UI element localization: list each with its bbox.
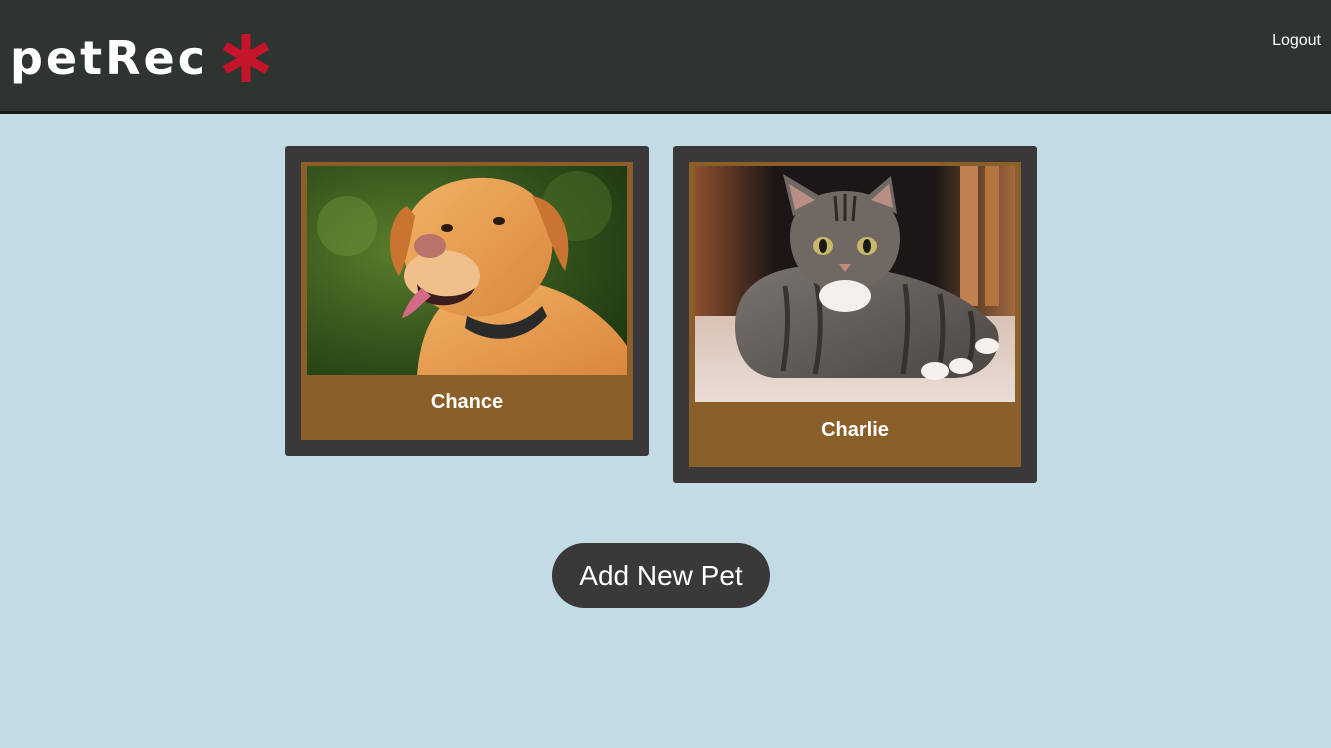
pet-card-chance[interactable]: Chance	[285, 146, 649, 456]
pet-name: Chance	[430, 391, 504, 413]
add-new-pet-button[interactable]: Add New Pet	[552, 543, 770, 608]
pet-photo-dog	[307, 166, 627, 375]
pet-card-body: Chance	[301, 162, 633, 440]
brand-logo[interactable]: petRec	[10, 28, 270, 88]
asterisk-icon	[222, 34, 270, 82]
logout-link[interactable]: Logout	[1272, 32, 1321, 50]
pet-photo-cat	[695, 166, 1015, 402]
pet-card-body: Charlie	[689, 162, 1021, 467]
brand-name: petRec	[10, 31, 209, 85]
app-header: petRec Logout	[0, 0, 1331, 114]
pet-name: Charlie	[821, 419, 889, 441]
pet-card-charlie[interactable]: Charlie	[673, 146, 1037, 483]
